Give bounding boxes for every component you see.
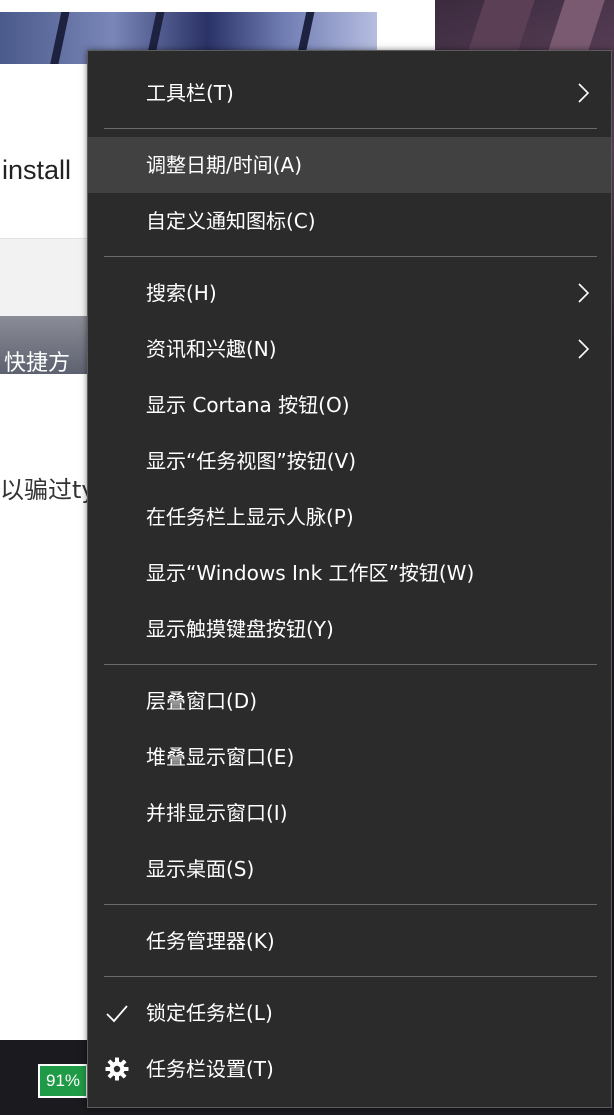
background-partial-text: 以骗过ty (0, 476, 96, 504)
gear-icon (105, 1057, 129, 1081)
menu-separator (104, 256, 597, 257)
menu-item-search[interactable]: 搜索(H) (88, 265, 611, 321)
chevron-right-icon (578, 339, 590, 359)
menu-item-label: 调整日期/时间(A) (146, 153, 303, 177)
menu-item-label: 资讯和兴趣(N) (146, 337, 277, 361)
menu-item-label: 任务管理器(K) (146, 929, 275, 953)
menu-item-label: 自定义通知图标(C) (146, 209, 316, 233)
background-install-text: install (2, 155, 72, 185)
menu-item-label: 搜索(H) (146, 281, 217, 305)
taskbar-context-menu: 工具栏(T) 调整日期/时间(A) 自定义通知图标(C) 搜索(H) 资讯和兴趣… (87, 50, 612, 1108)
menu-item-label: 层叠窗口(D) (146, 689, 258, 713)
menu-item-show-desktop[interactable]: 显示桌面(S) (88, 841, 611, 897)
menu-item-stack-windows[interactable]: 堆叠显示窗口(E) (88, 729, 611, 785)
menu-item-label: 在任务栏上显示人脉(P) (146, 505, 354, 529)
menu-item-adjust-date-time[interactable]: 调整日期/时间(A) (88, 137, 611, 193)
menu-item-show-windows-ink-button[interactable]: 显示“Windows Ink 工作区”按钮(W) (88, 545, 611, 601)
menu-item-label: 任务栏设置(T) (146, 1057, 274, 1081)
menu-item-show-people[interactable]: 在任务栏上显示人脉(P) (88, 489, 611, 545)
menu-item-label: 显示 Cortana 按钮(O) (146, 393, 350, 417)
chevron-right-icon (578, 283, 590, 303)
chevron-right-icon (578, 83, 590, 103)
menu-item-toolbars[interactable]: 工具栏(T) (88, 65, 611, 121)
menu-item-label: 工具栏(T) (146, 81, 234, 105)
menu-item-label: 锁定任务栏(L) (146, 1001, 273, 1025)
menu-item-news-and-interests[interactable]: 资讯和兴趣(N) (88, 321, 611, 377)
menu-item-label: 显示桌面(S) (146, 857, 255, 881)
background-strip-text: 快捷方 (4, 351, 71, 376)
menu-item-lock-taskbar[interactable]: 锁定任务栏(L) (88, 985, 611, 1041)
menu-item-label: 显示触摸键盘按钮(Y) (146, 617, 334, 641)
menu-separator (104, 976, 597, 977)
menu-item-label: 堆叠显示窗口(E) (146, 745, 295, 769)
menu-item-taskbar-settings[interactable]: 任务栏设置(T) (88, 1041, 611, 1097)
banner-decoration (46, 12, 72, 64)
menu-item-label: 显示“Windows Ink 工作区”按钮(W) (146, 561, 475, 585)
menu-item-show-touch-keyboard-button[interactable]: 显示触摸键盘按钮(Y) (88, 601, 611, 657)
menu-item-task-manager[interactable]: 任务管理器(K) (88, 913, 611, 969)
checkmark-icon (106, 1005, 128, 1023)
menu-separator (104, 904, 597, 905)
menu-separator (104, 664, 597, 665)
menu-item-label: 并排显示窗口(I) (146, 801, 288, 825)
battery-indicator[interactable]: 91% (38, 1064, 88, 1098)
menu-item-cascade-windows[interactable]: 层叠窗口(D) (88, 673, 611, 729)
menu-item-label: 显示“任务视图”按钮(V) (146, 449, 357, 473)
menu-item-show-cortana-button[interactable]: 显示 Cortana 按钮(O) (88, 377, 611, 433)
menu-item-show-task-view-button[interactable]: 显示“任务视图”按钮(V) (88, 433, 611, 489)
menu-item-side-by-side-windows[interactable]: 并排显示窗口(I) (88, 785, 611, 841)
menu-separator (104, 128, 597, 129)
menu-item-customize-notification-icons[interactable]: 自定义通知图标(C) (88, 193, 611, 249)
